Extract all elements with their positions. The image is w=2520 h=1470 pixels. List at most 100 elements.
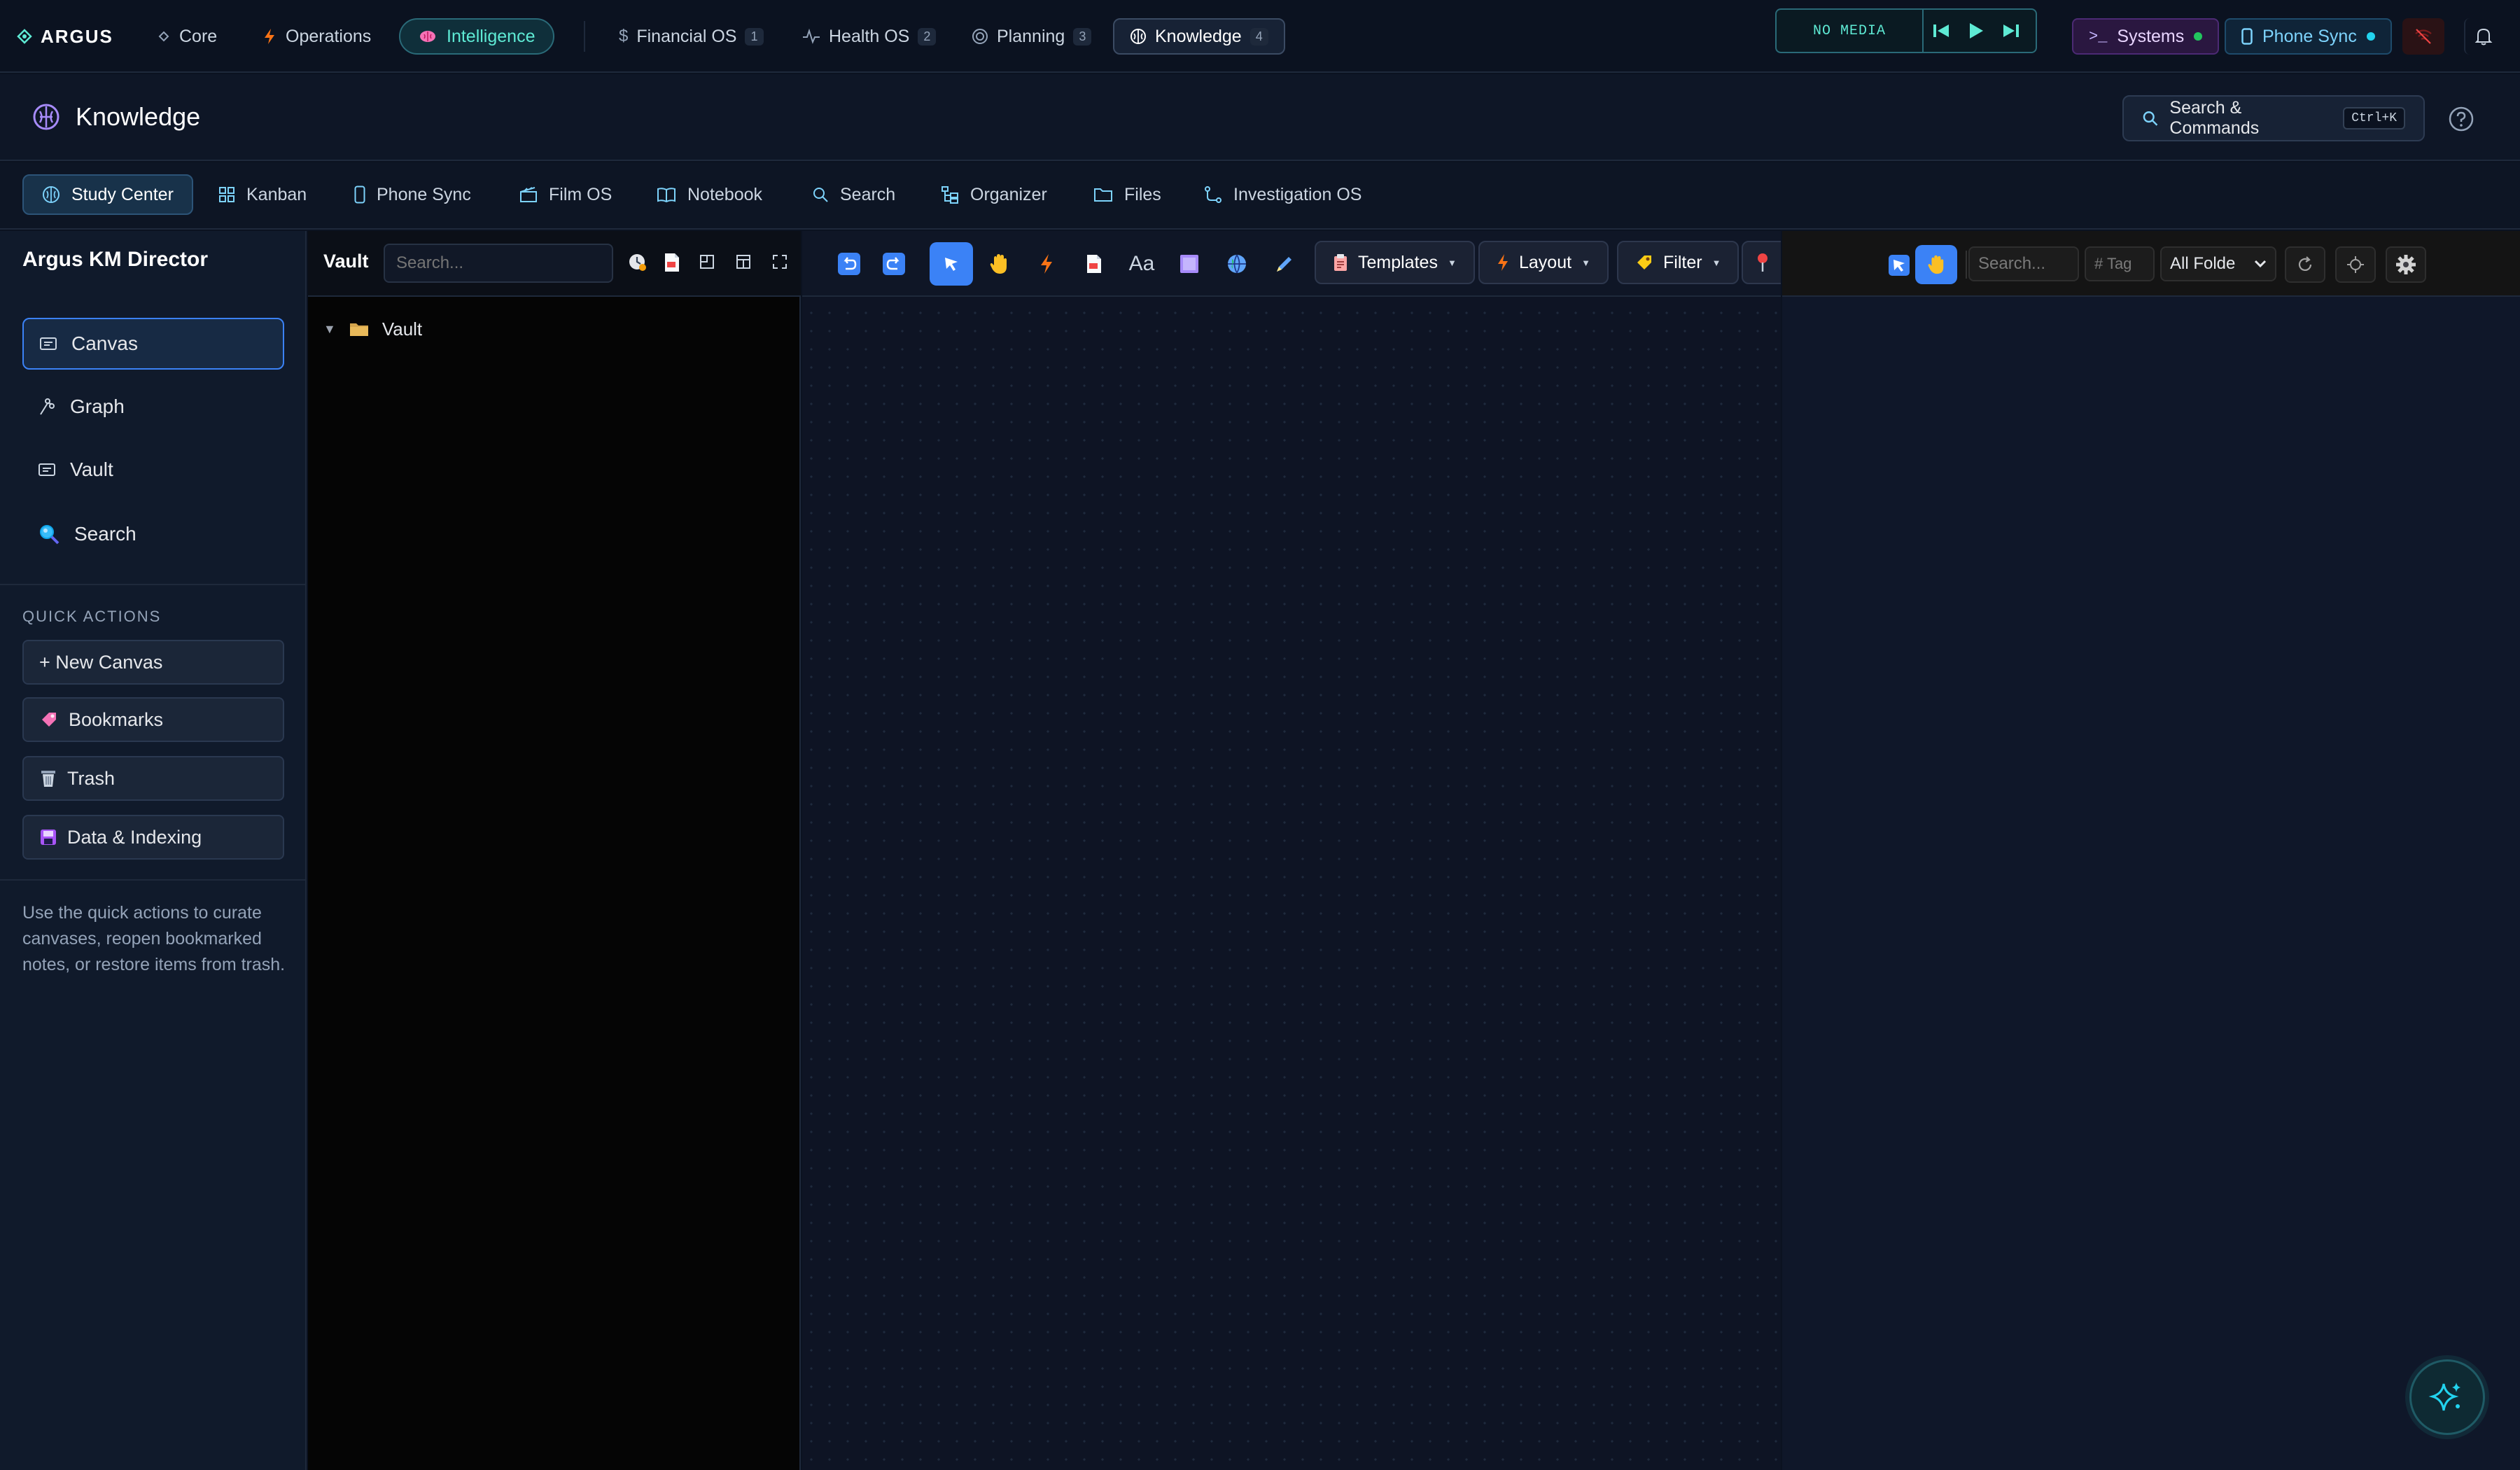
tab-study-center[interactable]: Study Center [22, 174, 193, 215]
bookmarks-button[interactable]: Bookmarks [22, 697, 284, 742]
skip-back-icon [1933, 24, 1949, 37]
brand[interactable]: ARGUS [17, 22, 113, 50]
tab-film-os[interactable]: Film OS [501, 174, 630, 215]
nav-core-label: Core [179, 26, 218, 46]
diamond-icon [158, 31, 169, 42]
select-tool-button[interactable] [930, 242, 973, 286]
graph-center-button[interactable] [2335, 246, 2376, 283]
dollar-icon: $ [619, 27, 629, 46]
trash-button[interactable]: Trash [22, 756, 284, 801]
nav-financial-os[interactable]: $ Financial OS 1 [603, 18, 779, 55]
search-commands-button[interactable]: Search & Commands Ctrl+K [2122, 95, 2425, 141]
tab-investigation-os[interactable]: Investigation OS [1186, 174, 1380, 215]
vault-toolbar: Vault [308, 231, 801, 297]
expand-icon [736, 255, 750, 269]
nav-divider [584, 21, 585, 52]
layout-dropdown[interactable]: Layout ▼ [1478, 241, 1609, 284]
note-tool-button[interactable] [1072, 242, 1116, 286]
fullscreen-icon [773, 255, 787, 269]
phone-icon [2241, 28, 2253, 45]
text-tool-label: Aa [1128, 252, 1155, 275]
sidebar-item-search-label: Search [74, 523, 136, 545]
systems-button[interactable]: >_ Systems [2072, 18, 2220, 55]
play-button[interactable] [1959, 22, 1994, 40]
nav-operations[interactable]: Operations [245, 18, 389, 55]
next-track-button[interactable] [1994, 22, 2029, 39]
tab-kanban-label: Kanban [246, 184, 307, 204]
help-button[interactable] [2447, 105, 2475, 133]
sidebar-item-canvas[interactable]: Canvas [22, 318, 284, 370]
brand-name: ARGUS [41, 25, 113, 47]
nav-core[interactable]: Core [140, 18, 235, 55]
magnifier-icon [40, 525, 59, 545]
nav-intelligence[interactable]: Intelligence [399, 18, 555, 55]
pin-button[interactable] [1742, 241, 1781, 284]
sidebar-item-search[interactable]: Search [22, 508, 284, 560]
previous-track-button[interactable] [1924, 22, 1959, 39]
data-indexing-button[interactable]: Data & Indexing [22, 815, 284, 860]
disk-icon [41, 830, 56, 845]
group-tool-button[interactable] [1168, 242, 1211, 286]
vault-tree-root[interactable]: ▼ Vault [323, 314, 422, 344]
pan-tool-button[interactable] [977, 242, 1021, 286]
nav-health-os[interactable]: Health OS 2 [787, 18, 951, 55]
nav-knowledge[interactable]: Knowledge 4 [1113, 18, 1285, 55]
fullscreen-button[interactable] [771, 253, 791, 273]
recent-button[interactable] [627, 252, 650, 274]
graph-select-button[interactable] [1882, 248, 1917, 283]
top-bar: ARGUS Core Operations Intelligence $ Fin… [0, 0, 2520, 73]
new-note-button[interactable] [664, 252, 685, 274]
nav-planning[interactable]: Planning 3 [956, 18, 1107, 55]
tab-kanban[interactable]: Kanban [200, 174, 325, 215]
collapse-all-button[interactable] [699, 253, 718, 273]
phone-sync-button[interactable]: Phone Sync [2225, 18, 2392, 55]
filter-dropdown[interactable]: Filter ▼ [1617, 241, 1740, 284]
search-commands-label: Search & Commands [2169, 98, 2260, 138]
gear-icon [2396, 255, 2416, 274]
graph-panel[interactable]: Search... # Tag All Folde [1782, 231, 2520, 1470]
graph-refresh-button[interactable] [2285, 246, 2325, 283]
tab-search[interactable]: Search [794, 174, 913, 215]
graph-settings-button[interactable] [2386, 246, 2426, 283]
globe-icon [1228, 254, 1246, 274]
wifi-off-icon [2415, 29, 2432, 44]
graph-folder-select[interactable]: All Folde [2160, 246, 2276, 281]
redo-button[interactable] [872, 242, 916, 286]
tab-files[interactable]: Files [1075, 174, 1180, 215]
sidebar-item-vault[interactable]: Vault [22, 444, 284, 496]
graph-pan-button[interactable] [1915, 245, 1957, 284]
sidebar-divider [0, 584, 307, 585]
note-icon [665, 253, 679, 272]
graph-tag-input[interactable]: # Tag [2085, 246, 2155, 281]
ai-assistant-button[interactable] [2409, 1359, 2485, 1435]
tab-notebook[interactable]: Notebook [638, 174, 780, 215]
pen-icon [1277, 257, 1292, 272]
filter-label: Filter [1663, 252, 1702, 272]
templates-dropdown[interactable]: Templates ▼ [1315, 241, 1475, 284]
page-title-group: Knowledge [32, 102, 200, 132]
vault-search-input[interactable] [384, 244, 613, 283]
graph-search-input[interactable]: Search... [1968, 246, 2079, 281]
text-tool-button[interactable]: Aa [1120, 242, 1163, 286]
wifi-off-button[interactable] [2402, 18, 2444, 55]
bell-icon [2474, 28, 2493, 46]
undo-button[interactable] [827, 242, 871, 286]
argus-logo-icon [17, 29, 32, 44]
tab-phone-sync[interactable]: Phone Sync [336, 174, 489, 215]
tab-notebook-label: Notebook [687, 184, 763, 204]
nav-health-os-label: Health OS [829, 26, 910, 46]
expand-all-button[interactable] [735, 253, 755, 273]
notifications-button[interactable] [2464, 18, 2502, 55]
web-embed-tool-button[interactable] [1215, 242, 1259, 286]
quick-action-tool-button[interactable] [1025, 242, 1068, 286]
sparkle-icon [2428, 1382, 2460, 1411]
tab-organizer[interactable]: Organizer [923, 174, 1065, 215]
canvas-area[interactable]: Aa Templates ▼ Layout ▼ Filter ▼ [802, 231, 1781, 1470]
cursor-icon [1889, 255, 1910, 276]
shortcut-hint: Ctrl+K [2343, 107, 2405, 130]
sidebar-item-graph[interactable]: Graph [22, 381, 284, 433]
new-canvas-button[interactable]: + New Canvas [22, 640, 284, 685]
draw-tool-button[interactable] [1263, 242, 1306, 286]
skip-forward-icon [2003, 24, 2019, 37]
systems-status-dot [2194, 32, 2203, 41]
